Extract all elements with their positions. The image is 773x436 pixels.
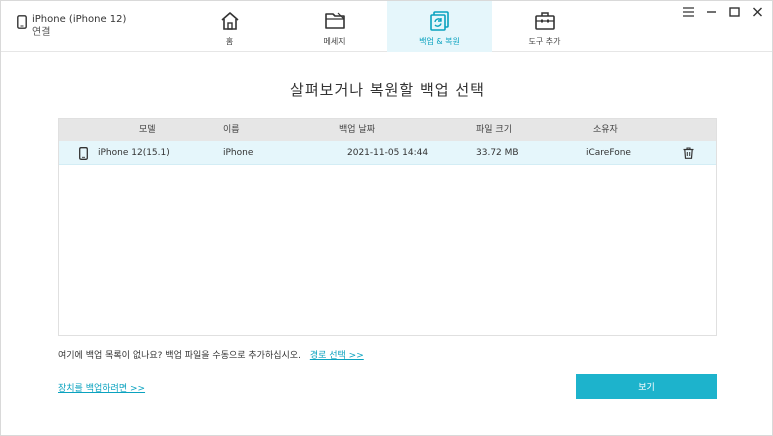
col-owner: 소유자 (593, 125, 618, 135)
phone-icon (17, 15, 27, 29)
view-button[interactable]: 보기 (576, 374, 717, 399)
cell-name: iPhone (223, 148, 254, 158)
phone-icon (79, 147, 88, 160)
nav-toolbox[interactable]: 도구 추가 (492, 1, 597, 52)
toolbox-icon (534, 12, 555, 30)
col-name: 이름 (223, 125, 240, 135)
hint-text: 여기에 백업 목록이 없나요? 백업 파일을 수동으로 추가하십시오. (58, 351, 301, 361)
table-header: 모델 이름 백업 날짜 파일 크기 소유자 (59, 119, 716, 141)
nav-backup-restore-label: 백업 & 복원 (419, 37, 460, 46)
nav-messages-label: 메세지 (323, 37, 346, 46)
app-window: iPhone (iPhone 12) 연결 홈 메세지 백업 & 복원 도구 추… (0, 0, 773, 436)
device-name: iPhone (iPhone 12) (32, 14, 127, 25)
select-path-link[interactable]: 경로 선택 >> (310, 351, 364, 361)
cell-size: 33.72 MB (476, 148, 519, 158)
cell-owner: iCareFone (586, 148, 631, 158)
maximize-icon[interactable] (728, 5, 741, 18)
nav-home[interactable]: 홈 (177, 1, 282, 52)
col-date: 백업 날짜 (339, 125, 375, 135)
page-title: 살펴보거나 복원할 백업 선택 (290, 81, 485, 99)
col-model: 모델 (139, 125, 156, 135)
backup-restore-icon (429, 11, 449, 31)
folder-icon (324, 12, 345, 29)
main-nav: 홈 메세지 백업 & 복원 도구 추가 (177, 1, 597, 52)
col-size: 파일 크기 (476, 125, 512, 135)
device-status: 연결 (32, 27, 51, 38)
nav-toolbox-label: 도구 추가 (528, 37, 561, 46)
nav-messages[interactable]: 메세지 (282, 1, 387, 52)
backup-device-link[interactable]: 장치를 백업하려면 >> (58, 381, 145, 394)
close-icon[interactable] (751, 5, 764, 18)
device-info: iPhone (iPhone 12) 연결 (17, 13, 126, 39)
table-row[interactable]: iPhone 12(15.1) iPhone 2021-11-05 14:44 … (59, 141, 716, 165)
menu-icon[interactable] (682, 5, 695, 18)
top-bar: iPhone (iPhone 12) 연결 홈 메세지 백업 & 복원 도구 추… (1, 1, 772, 52)
trash-icon[interactable] (683, 147, 694, 159)
nav-backup-restore[interactable]: 백업 & 복원 (387, 1, 492, 52)
cell-model: iPhone 12(15.1) (98, 148, 170, 158)
nav-home-label: 홈 (225, 37, 234, 46)
backup-table: 모델 이름 백업 날짜 파일 크기 소유자 iPhone 12(15.1) iP… (58, 118, 717, 336)
home-icon (220, 12, 239, 30)
window-controls (682, 5, 764, 18)
minimize-icon[interactable] (705, 5, 718, 18)
cell-date: 2021-11-05 14:44 (347, 148, 429, 158)
manual-add-hint: 여기에 백업 목록이 없나요? 백업 파일을 수동으로 추가하십시오. 경로 선… (58, 348, 364, 361)
